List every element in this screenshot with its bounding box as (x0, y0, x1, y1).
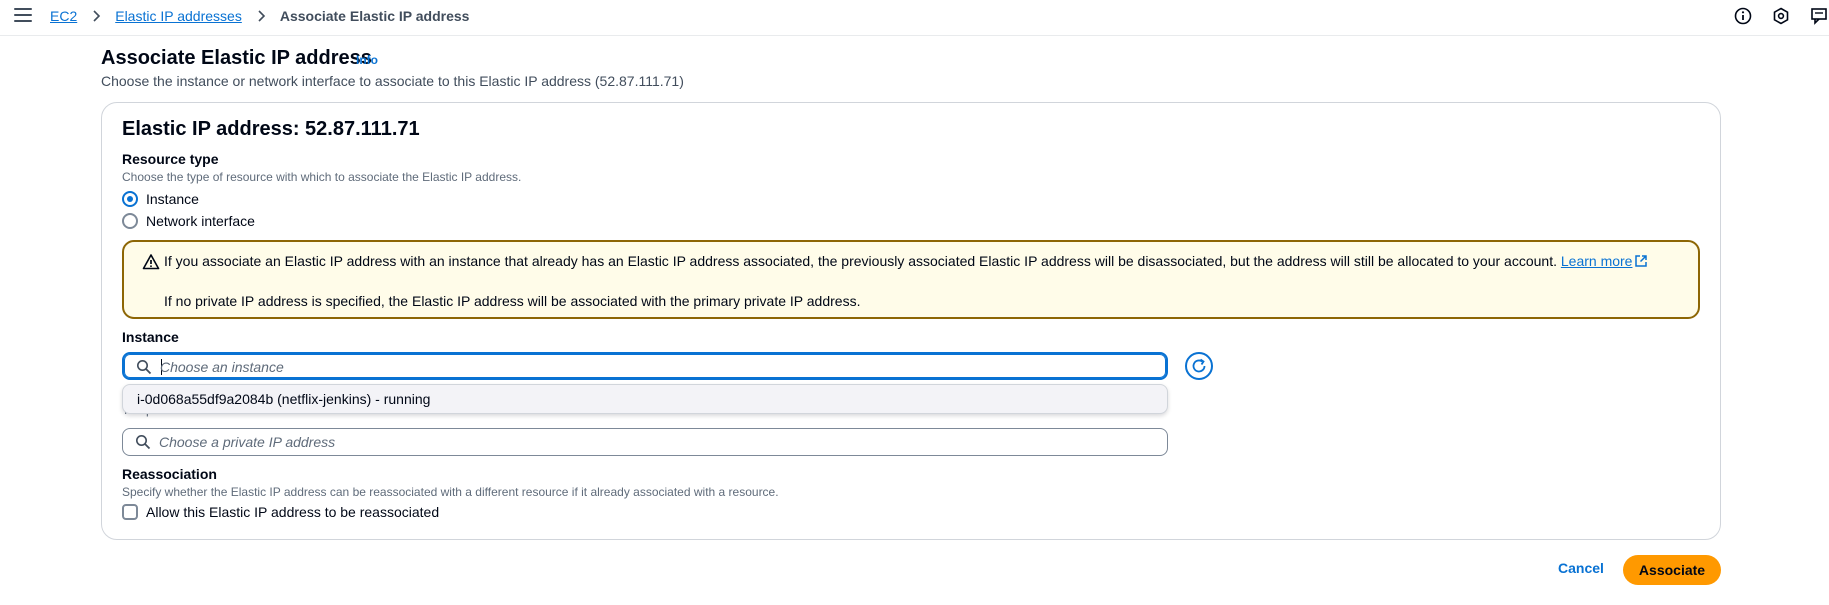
reassociation-checkbox-row[interactable]: Allow this Elastic IP address to be reas… (122, 504, 439, 520)
elastic-ip-heading: Elastic IP address: 52.87.111.71 (122, 118, 420, 140)
radio-button-unchecked[interactable] (122, 213, 138, 229)
refresh-icon (1192, 358, 1206, 373)
alert-message-2: If no private IP address is specified, t… (164, 293, 861, 309)
warning-alert: If you associate an Elastic IP address w… (122, 240, 1700, 319)
radio-instance[interactable]: Instance (122, 191, 199, 207)
refresh-button[interactable] (1185, 352, 1213, 380)
radio-instance-label: Instance (146, 191, 199, 207)
reassociation-checkbox-label: Allow this Elastic IP address to be reas… (146, 504, 440, 520)
warning-icon (142, 254, 160, 270)
learn-more-link[interactable]: Learn more (1561, 253, 1649, 269)
instance-label: Instance (122, 329, 179, 345)
top-navigation-bar: EC2 Elastic IP addresses Associate Elast… (0, 0, 1829, 36)
breadcrumb-ec2[interactable]: EC2 (50, 8, 77, 24)
page-title: Associate Elastic IP address (101, 47, 372, 69)
reassociation-label: Reassociation (122, 466, 217, 482)
search-icon (137, 360, 152, 375)
private-ip-input[interactable] (159, 432, 1149, 452)
radio-network-interface[interactable]: Network interface (122, 213, 255, 229)
chevron-right-icon (258, 10, 265, 22)
instance-search-input[interactable] (160, 357, 1150, 377)
radio-network-interface-label: Network interface (146, 213, 255, 229)
chevron-right-icon (93, 10, 101, 22)
info-circle-icon[interactable] (1733, 6, 1753, 26)
instance-search-field[interactable] (122, 352, 1168, 380)
top-utility-icons (1733, 6, 1829, 26)
form-container (101, 102, 1721, 540)
breadcrumb-current: Associate Elastic IP address (279, 8, 470, 24)
resource-type-label: Resource type (122, 151, 219, 167)
private-ip-search-field[interactable] (122, 428, 1168, 456)
external-link-icon (1635, 255, 1648, 267)
resource-type-description: Choose the type of resource with which t… (122, 170, 522, 184)
breadcrumb: EC2 Elastic IP addresses Associate Elast… (50, 8, 469, 24)
instance-dropdown: i-0d068a55df9a2084b (netflix-jenkins) - … (122, 384, 1168, 414)
settings-hexagon-icon[interactable] (1771, 6, 1791, 26)
breadcrumb-elastic-ip-addresses[interactable]: Elastic IP addresses (115, 8, 242, 24)
reassociation-checkbox[interactable] (122, 504, 138, 520)
page-description: Choose the instance or network interface… (101, 73, 684, 89)
alert-message-1: If you associate an Elastic IP address w… (164, 253, 1648, 269)
alert-text-1: If you associate an Elastic IP address w… (164, 253, 1557, 269)
feedback-icon[interactable] (1809, 6, 1829, 26)
cancel-button[interactable]: Cancel (1558, 560, 1604, 576)
learn-more-label: Learn more (1560, 253, 1633, 269)
dropdown-option-instance[interactable]: i-0d068a55df9a2084b (netflix-jenkins) - … (137, 391, 430, 407)
radio-button-checked[interactable] (122, 191, 138, 207)
info-link[interactable]: Info (356, 53, 378, 67)
search-icon (136, 435, 151, 450)
reassociation-description: Specify whether the Elastic IP address c… (122, 485, 779, 499)
associate-button[interactable]: Associate (1623, 555, 1721, 585)
menu-icon[interactable] (14, 8, 32, 24)
